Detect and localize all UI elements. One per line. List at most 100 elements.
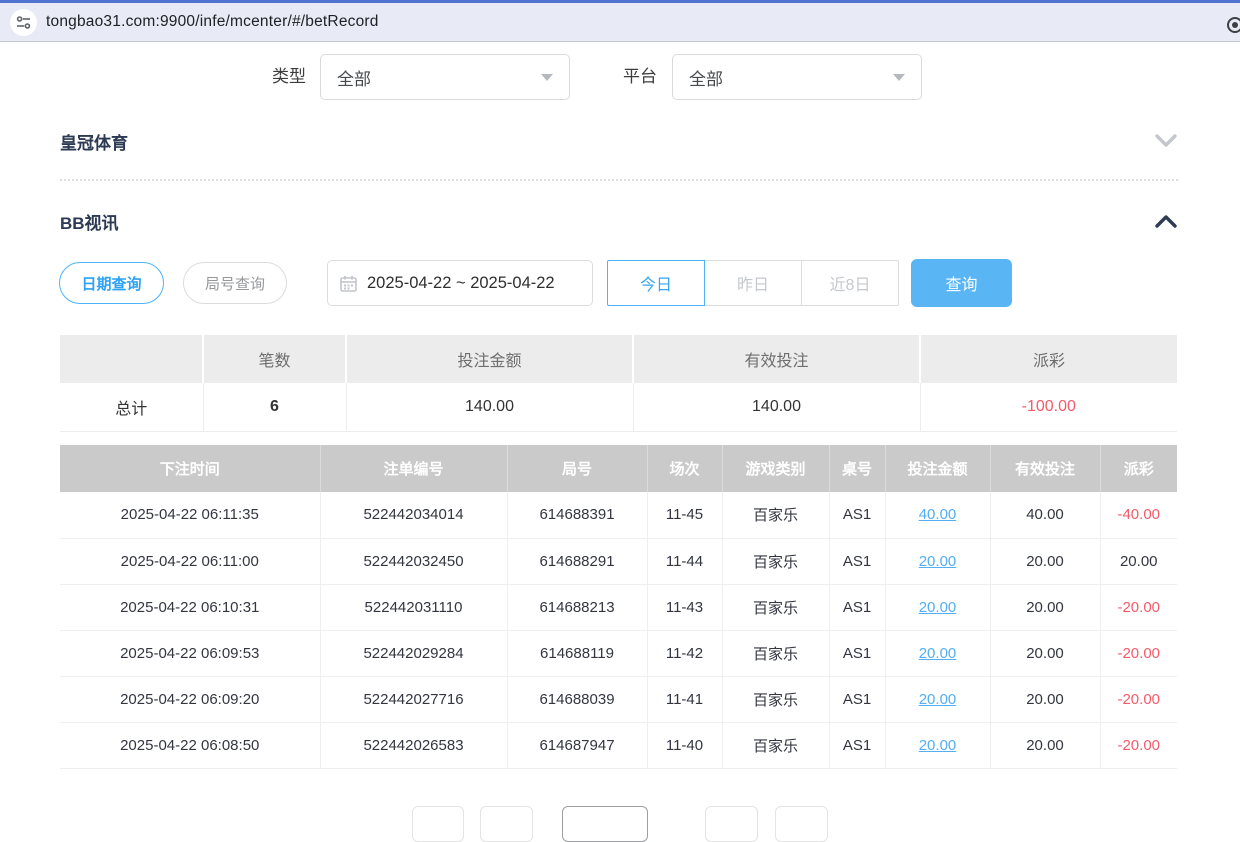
summary-valid-bet: 140.00 — [633, 383, 920, 431]
bet-amount-link[interactable]: 40.00 — [919, 506, 957, 523]
today-button[interactable]: 今日 — [607, 260, 705, 306]
yesterday-button[interactable]: 昨日 — [704, 260, 802, 306]
summary-bet-amount: 140.00 — [346, 383, 633, 431]
column-header-round-id: 局号 — [507, 445, 647, 492]
cell-payout: -20.00 — [1100, 722, 1177, 768]
cell-valid-bet: 20.00 — [990, 630, 1100, 676]
pagination-first-button[interactable] — [412, 806, 464, 842]
cell-game-type: 百家乐 — [722, 584, 829, 630]
cell-game-type: 百家乐 — [722, 722, 829, 768]
date-query-tab[interactable]: 日期查询 — [59, 262, 164, 304]
last-8-days-button[interactable]: 近8日 — [801, 260, 899, 306]
calendar-icon — [340, 275, 357, 292]
bet-amount-link[interactable]: 20.00 — [919, 553, 957, 570]
cell-round-id: 614688391 — [507, 492, 647, 538]
cell-bet-amount: 20.00 — [885, 584, 990, 630]
pagination-next-button[interactable] — [705, 806, 758, 842]
cell-time: 2025-04-22 06:08:50 — [60, 722, 320, 768]
cell-valid-bet: 20.00 — [990, 676, 1100, 722]
table-row: 2025-04-22 06:11:35522442034014614688391… — [60, 492, 1177, 538]
date-range-picker[interactable]: 2025-04-22 ~ 2025-04-22 — [327, 260, 593, 306]
platform-label: 平台 — [623, 54, 657, 100]
cell-table-id: AS1 — [829, 538, 885, 584]
cell-session: 11-45 — [647, 492, 722, 538]
column-header-game-type: 游戏类别 — [722, 445, 829, 492]
date-range-value: 2025-04-22 ~ 2025-04-22 — [367, 274, 555, 293]
bet-amount-link[interactable]: 20.00 — [919, 599, 957, 616]
type-label: 类型 — [272, 54, 306, 100]
table-row: 2025-04-22 06:08:50522442026583614687947… — [60, 722, 1177, 768]
cell-valid-bet: 20.00 — [990, 584, 1100, 630]
cell-payout: -20.00 — [1100, 676, 1177, 722]
column-header-payout: 派彩 — [1100, 445, 1177, 492]
section-title: BB视讯 — [60, 209, 119, 234]
cell-payout: 20.00 — [1100, 538, 1177, 584]
cell-bet-amount: 20.00 — [885, 676, 990, 722]
bet-amount-link[interactable]: 20.00 — [919, 645, 957, 662]
site-settings-button[interactable] — [10, 9, 37, 36]
summary-payout: -100.00 — [920, 383, 1177, 431]
cell-valid-bet: 20.00 — [990, 722, 1100, 768]
cell-time: 2025-04-22 06:10:31 — [60, 584, 320, 630]
table-row: 2025-04-22 06:09:53522442029284614688119… — [60, 630, 1177, 676]
cell-time: 2025-04-22 06:11:00 — [60, 538, 320, 584]
cell-round-id: 614688291 — [507, 538, 647, 584]
table-row: 2025-04-22 06:11:00522442032450614688291… — [60, 538, 1177, 584]
table-row: 2025-04-22 06:10:31522442031110614688213… — [60, 584, 1177, 630]
column-header-time: 下注时间 — [60, 445, 320, 492]
cell-order-id: 522442027716 — [320, 676, 507, 722]
type-select-value: 全部 — [337, 65, 371, 90]
table-row: 2025-04-22 06:09:20522442027716614688039… — [60, 676, 1177, 722]
summary-table: 笔数 投注金额 有效投注 派彩 总计 6 140.00 140.00 -100.… — [60, 335, 1177, 432]
column-header-bet-amount: 投注金额 — [885, 445, 990, 492]
cell-table-id: AS1 — [829, 630, 885, 676]
summary-header-bet-amount: 投注金额 — [346, 335, 633, 383]
column-header-valid-bet: 有效投注 — [990, 445, 1100, 492]
cell-game-type: 百家乐 — [722, 538, 829, 584]
search-button[interactable]: 查询 — [911, 259, 1012, 307]
caret-down-icon — [893, 74, 905, 81]
tune-sliders-icon — [16, 15, 31, 30]
column-header-session: 场次 — [647, 445, 722, 492]
summary-total-label: 总计 — [60, 383, 203, 431]
cell-time: 2025-04-22 06:11:35 — [60, 492, 320, 538]
cell-round-id: 614688119 — [507, 630, 647, 676]
cell-order-id: 522442032450 — [320, 538, 507, 584]
cell-bet-amount: 20.00 — [885, 630, 990, 676]
column-header-table-id: 桌号 — [829, 445, 885, 492]
cell-session: 11-44 — [647, 538, 722, 584]
cell-payout: -20.00 — [1100, 584, 1177, 630]
quick-range-group: 今日 昨日 近8日 — [607, 260, 899, 306]
summary-header-row: 笔数 投注金额 有效投注 派彩 — [60, 335, 1177, 383]
section-divider — [60, 179, 1178, 181]
bet-amount-link[interactable]: 20.00 — [919, 691, 957, 708]
section-bb-live[interactable]: BB视讯 — [60, 207, 1178, 235]
cell-order-id: 522442034014 — [320, 492, 507, 538]
cell-table-id: AS1 — [829, 676, 885, 722]
cell-time: 2025-04-22 06:09:20 — [60, 676, 320, 722]
bet-record-table: 下注时间注单编号局号场次游戏类别桌号投注金额有效投注派彩 2025-04-22 … — [60, 445, 1177, 769]
platform-select-value: 全部 — [689, 65, 723, 90]
summary-total-row: 总计 6 140.00 140.00 -100.00 — [60, 383, 1177, 431]
round-query-tab[interactable]: 局号查询 — [183, 262, 287, 304]
section-crown-sports[interactable]: 皇冠体育 — [60, 127, 1178, 155]
cell-payout: -40.00 — [1100, 492, 1177, 538]
browser-address-bar[interactable]: tongbao31.com:9900/infe/mcenter/#/betRec… — [0, 3, 1240, 42]
cell-session: 11-42 — [647, 630, 722, 676]
platform-select[interactable]: 全部 — [672, 54, 922, 100]
url-text[interactable]: tongbao31.com:9900/infe/mcenter/#/betRec… — [46, 13, 1230, 31]
cell-game-type: 百家乐 — [722, 630, 829, 676]
cell-order-id: 522442029284 — [320, 630, 507, 676]
cell-order-id: 522442026583 — [320, 722, 507, 768]
type-select[interactable]: 全部 — [320, 54, 570, 100]
summary-header-empty — [60, 335, 203, 383]
cell-round-id: 614687947 — [507, 722, 647, 768]
pagination-prev-button[interactable] — [480, 806, 533, 842]
pagination-page-input[interactable] — [562, 806, 648, 842]
summary-header-count: 笔数 — [203, 335, 346, 383]
cell-game-type: 百家乐 — [722, 676, 829, 722]
cell-round-id: 614688039 — [507, 676, 647, 722]
bet-amount-link[interactable]: 20.00 — [919, 737, 957, 754]
target-icon[interactable] — [1224, 14, 1240, 36]
pagination-last-button[interactable] — [775, 806, 828, 842]
